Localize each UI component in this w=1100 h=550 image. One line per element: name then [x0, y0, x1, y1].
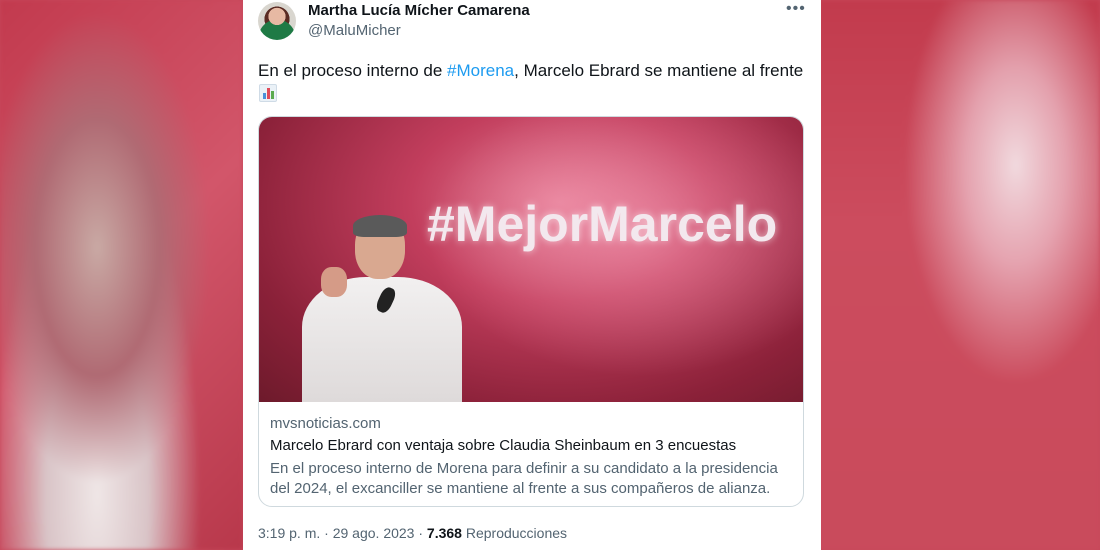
speaker-figure [287, 215, 467, 402]
tweet-time[interactable]: 3:19 p. m. [258, 525, 320, 541]
image-banner-text: #MejorMarcelo [427, 196, 778, 252]
bar-chart-icon [259, 84, 277, 102]
tweet-text-end: , Marcelo Ebrard se mantiene al frente [514, 61, 804, 80]
tweet-text: En el proceso interno de #Morena, Marcel… [258, 60, 803, 82]
blurred-background-right [819, 0, 1100, 550]
author-name[interactable]: Martha Lucía Mícher Camarena [308, 2, 530, 19]
link-preview-image[interactable]: #MejorMarcelo [259, 117, 803, 402]
author-handle[interactable]: @MaluMicher [308, 22, 401, 39]
views-label: Reproducciones [461, 525, 568, 541]
link-description: En el proceso interno de Morena para def… [270, 460, 778, 497]
tweet-text-start: En el proceso interno de [258, 61, 448, 80]
tweet-metadata: 3:19 p. m. · 29 ago. 2023 · 7.368 Reprod… [258, 525, 568, 541]
views-count: 7.368 [426, 525, 462, 541]
more-horizontal-icon[interactable]: ••• [786, 0, 806, 18]
blurred-background-left [0, 0, 243, 550]
avatar[interactable] [258, 2, 296, 40]
hashtag-link[interactable]: #Morena [447, 61, 514, 80]
link-domain: mvsnoticias.com [270, 415, 381, 432]
tweet-date[interactable]: 29 ago. 2023 [333, 525, 415, 541]
link-preview-card[interactable]: #MejorMarcelo mvsnoticias.com Marcelo Eb… [258, 116, 804, 507]
blurred-banner-decoration [819, 120, 909, 223]
link-title[interactable]: Marcelo Ebrard con ventaja sobre Claudia… [270, 437, 736, 454]
